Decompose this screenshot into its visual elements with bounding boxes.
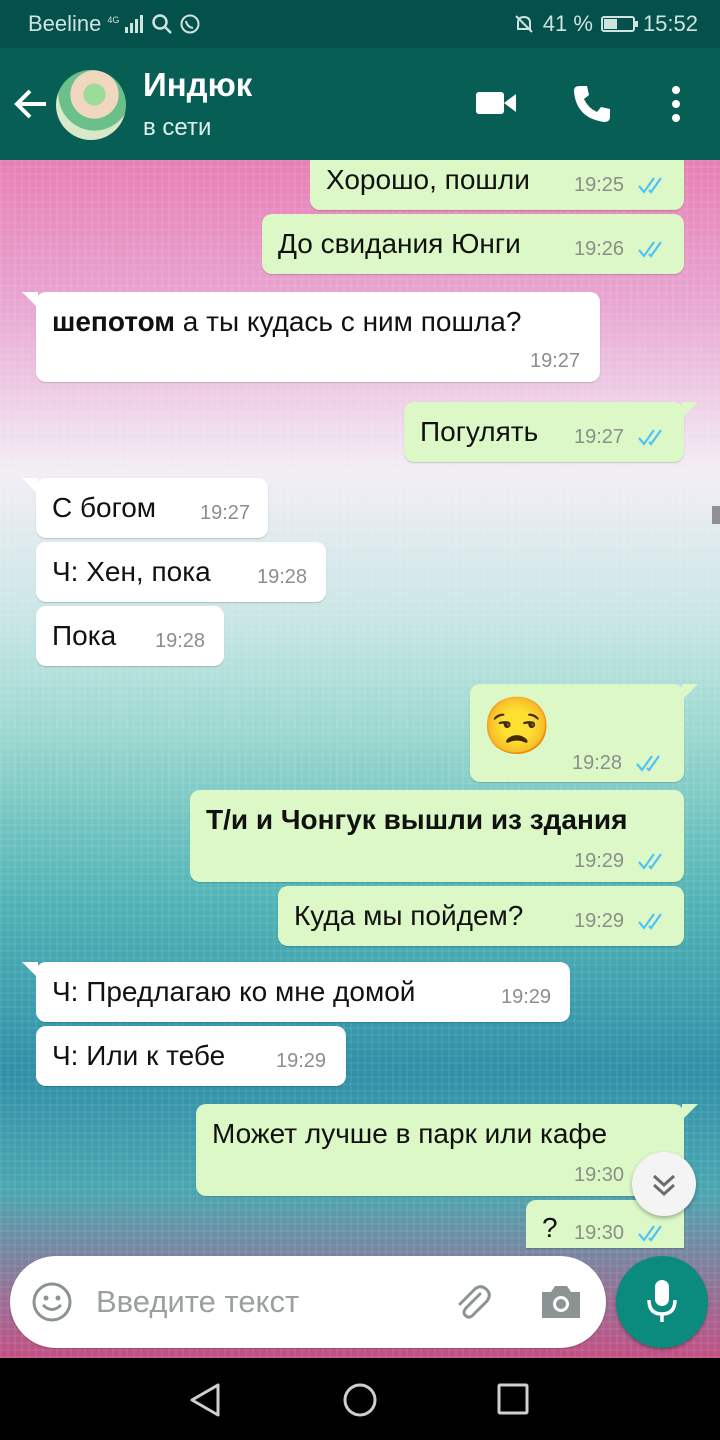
message-incoming[interactable]: Ч: Хен, пока 19:28 (36, 542, 326, 602)
chat-header: Индюк в сети (0, 48, 720, 160)
emoji-icon[interactable] (30, 1280, 74, 1324)
phone-icon[interactable] (570, 82, 614, 126)
message-input-placeholder[interactable]: Введите текст (96, 1284, 299, 1320)
message-text: Ч: Или к тебе (52, 1040, 226, 1071)
message-time: 19:28 (572, 752, 623, 774)
message-incoming[interactable]: Ч: Или к тебе 19:29 (36, 1026, 346, 1086)
back-arrow-icon[interactable] (12, 84, 52, 124)
system-navigation-bar (0, 1358, 720, 1440)
message-time: 19:26 (574, 238, 625, 260)
message-incoming[interactable]: С богом 19:27 (22, 478, 268, 538)
message-text: Пока (52, 620, 117, 651)
status-bar: Beeline 4G 41 % 15:52 (0, 0, 720, 48)
network-type: 4G (107, 15, 120, 25)
contact-status: в сети (143, 114, 212, 141)
message-outgoing[interactable]: Может лучше в парк или кафе 19:30 (196, 1104, 698, 1196)
message-text: Ч: Хен, пока (52, 556, 211, 587)
read-receipt-icon (638, 913, 662, 930)
message-text: Куда мы пойдем? (294, 900, 524, 931)
message-incoming[interactable]: Ч: Предлагаю ко мне домой 19:29 (22, 962, 570, 1022)
message-text: ? (542, 1212, 558, 1243)
camera-icon[interactable] (538, 1282, 584, 1322)
scrollbar-thumb[interactable] (712, 506, 720, 524)
video-call-icon[interactable] (474, 82, 520, 122)
message-outgoing[interactable]: Погулять 19:27 (404, 402, 698, 462)
message-input-bar[interactable]: Введите текст (10, 1256, 606, 1348)
message-time: 19:29 (574, 850, 625, 872)
message-outgoing[interactable]: Т/и и Чонгук вышли из здания 19:29 (190, 790, 684, 882)
read-receipt-icon (636, 755, 660, 772)
nav-recents-icon[interactable] (494, 1380, 534, 1420)
read-receipt-icon (638, 177, 662, 194)
read-receipt-icon (638, 429, 662, 446)
message-time: 19:29 (276, 1050, 327, 1072)
message-outgoing[interactable]: Хорошо, пошли 19:25 (310, 160, 684, 210)
attach-icon[interactable] (450, 1280, 494, 1324)
battery-icon (600, 16, 638, 32)
chat-background[interactable]: Хорошо, пошли 19:25 До свидания Юнги 19:… (0, 160, 720, 1358)
message-text: Может лучше в парк или кафе (212, 1118, 608, 1149)
contact-name[interactable]: Индюк (143, 66, 252, 104)
signal-icon (125, 15, 144, 33)
mute-icon (515, 15, 533, 33)
read-receipt-icon (638, 853, 662, 870)
contact-avatar[interactable] (56, 70, 126, 140)
nav-home-icon[interactable] (340, 1380, 380, 1420)
message-text-rest: а ты кудась с ним пошла? (175, 306, 522, 337)
message-outgoing[interactable]: Куда мы пойдем? 19:29 (278, 886, 684, 946)
message-time: 19:29 (574, 910, 625, 932)
message-text: Т/и и Чонгук вышли из здания (206, 804, 628, 835)
message-bold-text: шепотом (52, 306, 176, 337)
message-time: 19:27 (574, 426, 625, 448)
scroll-down-icon (652, 1174, 676, 1197)
clock: 15:52 (642, 11, 698, 36)
message-outgoing-emoji[interactable]: 😒 19:28 (470, 684, 698, 782)
nav-back-icon[interactable] (186, 1380, 226, 1420)
message-time: 19:29 (501, 986, 552, 1008)
message-time: 19:25 (574, 174, 625, 196)
message-text: Ч: Предлагаю ко мне домой (52, 976, 416, 1007)
message-text: С богом (52, 492, 157, 523)
read-receipt-icon (638, 1225, 662, 1242)
mic-icon (647, 1280, 677, 1322)
message-text: шепотом а ты кудась с ним пошла? (52, 306, 521, 338)
whatsapp-icon (180, 14, 200, 34)
message-outgoing[interactable]: До свидания Юнги 19:26 (262, 214, 684, 274)
message-text: Хорошо, пошли (326, 164, 530, 195)
read-receipt-icon (638, 241, 662, 258)
message-text: Погулять (420, 416, 539, 447)
message-incoming[interactable]: шепотом а ты кудась с ним пошла? 19:27 (22, 292, 600, 382)
voice-message-button[interactable] (616, 1256, 708, 1348)
message-time: 19:27 (200, 502, 251, 524)
search-icon (152, 14, 173, 34)
message-time: 19:28 (155, 630, 206, 652)
carrier-name: Beeline (28, 11, 102, 36)
more-menu-icon[interactable] (664, 82, 688, 126)
emoji-unamused-icon: 😒 (482, 694, 552, 757)
message-incoming[interactable]: Пока 19:28 (36, 606, 224, 666)
message-time: 19:30 (574, 1222, 625, 1244)
message-time: 19:27 (530, 350, 581, 372)
scroll-to-bottom-button[interactable] (632, 1152, 696, 1216)
battery-percent: 41 % (542, 11, 593, 36)
message-time: 19:28 (257, 566, 308, 588)
message-time: 19:30 (574, 1164, 625, 1186)
message-text: До свидания Юнги (278, 228, 521, 259)
